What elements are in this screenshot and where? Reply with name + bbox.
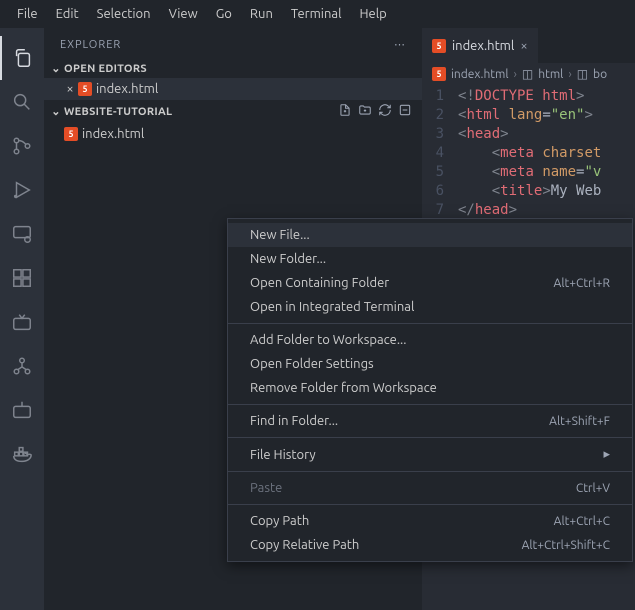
menubar-item-go[interactable]: Go [207,5,241,23]
menu-item-label: Find in Folder... [250,414,338,428]
chevron-right-icon: › [514,68,517,81]
open-editors-label: OPEN EDITORS [64,63,418,75]
tab-label: index.html [452,39,514,53]
menu-item: Paste Ctrl+V [228,476,632,500]
tab-bar: 5 index.html × [422,28,635,63]
run-debug-icon[interactable] [0,168,44,212]
menu-item[interactable]: Add Folder to Workspace... [228,328,632,352]
code-editor[interactable]: 1234567 <!DOCTYPE html><html lang="en"><… [422,85,635,220]
explorer-icon[interactable] [0,36,44,80]
file-name: index.html [96,82,158,96]
remote-explorer-icon[interactable] [0,212,44,256]
open-editor-item[interactable]: × 5 index.html [44,78,422,100]
bookmarks-icon[interactable] [0,388,44,432]
menu-item[interactable]: Copy Relative Path Alt+Ctrl+Shift+C [228,533,632,557]
sidebar-title: EXPLORER ⋯ [44,28,422,59]
chevron-down-icon: ⌄ [48,105,64,118]
folder-label: WEBSITE-TUTORIAL [64,106,338,118]
code-lines: <!DOCTYPE html><html lang="en"><head> <m… [458,87,635,220]
menu-item-label: Open Folder Settings [250,357,374,371]
menubar-item-view[interactable]: View [160,5,207,23]
menu-item[interactable]: Copy Path Alt+Ctrl+C [228,509,632,533]
explorer-label: EXPLORER [60,39,121,51]
context-menu: New File... New Folder... Open Containing … [227,218,633,562]
menu-item[interactable]: File History ▸ [228,442,632,467]
menubar-item-terminal[interactable]: Terminal [282,5,351,23]
new-file-icon[interactable] [338,103,352,120]
plant-icon[interactable] [0,300,44,344]
collapse-icon[interactable] [398,103,412,120]
menu-shortcut: Alt+Ctrl+R [554,277,610,290]
menu-item-label: Add Folder to Workspace... [250,333,406,347]
sidebar-more-icon[interactable]: ⋯ [394,38,406,51]
extensions-icon[interactable] [0,256,44,300]
menu-shortcut: Alt+Shift+F [549,415,610,428]
menu-shortcut: Ctrl+V [576,482,610,495]
refresh-icon[interactable] [378,103,392,120]
menu-item[interactable]: New File... [228,223,632,247]
tab-index-html[interactable]: 5 index.html × [422,28,538,63]
git-graph-icon[interactable] [0,344,44,388]
menu-item[interactable]: Remove Folder from Workspace [228,376,632,400]
menu-separator [228,404,632,405]
chevron-right-icon: › [568,68,571,81]
menu-shortcut: Alt+Ctrl+C [554,515,610,528]
menu-item[interactable]: Open in Integrated Terminal [228,295,632,319]
menu-item[interactable]: New Folder... [228,247,632,271]
menu-item-label: Copy Path [250,514,309,528]
breadcrumb-file: index.html [451,68,509,81]
menubar: FileEditSelectionViewGoRunTerminalHelp [0,0,635,28]
menu-separator [228,323,632,324]
html-file-icon: 5 [64,127,82,141]
file-name: index.html [82,127,144,141]
menu-item-label: Open Containing Folder [250,276,389,290]
menubar-item-selection[interactable]: Selection [88,5,160,23]
menu-item-label: File History [250,448,316,462]
menu-item[interactable]: Find in Folder... Alt+Shift+F [228,409,632,433]
breadcrumbs[interactable]: 5 index.html › ◫ html › ◫ bo [422,63,635,85]
menu-item[interactable]: Open Folder Settings [228,352,632,376]
tree-file-item[interactable]: 5 index.html [44,123,422,145]
docker-icon[interactable] [0,432,44,476]
close-icon[interactable]: × [62,82,78,96]
new-folder-icon[interactable] [358,103,372,120]
open-editors-header[interactable]: ⌄ OPEN EDITORS [44,59,422,78]
html-file-icon: 5 [78,82,96,96]
menu-item-label: Copy Relative Path [250,538,359,552]
menu-shortcut: Alt+Ctrl+Shift+C [522,539,610,552]
menu-item-label: New File... [250,228,310,242]
folder-header[interactable]: ⌄ WEBSITE-TUTORIAL [44,100,422,123]
activity-bar [0,28,44,610]
line-gutter: 1234567 [422,87,458,220]
menubar-item-file[interactable]: File [8,5,47,23]
menu-separator [228,504,632,505]
menubar-item-run[interactable]: Run [241,5,282,23]
menu-separator [228,471,632,472]
symbol-icon: ◫ [577,67,588,81]
menu-item-label: Paste [250,481,282,495]
menu-separator [228,437,632,438]
symbol-icon: ◫ [522,67,533,81]
close-icon[interactable]: × [520,39,527,53]
breadcrumb-seg: html [538,68,563,81]
menu-item-label: Remove Folder from Workspace [250,381,437,395]
html-file-icon: 5 [432,67,446,81]
source-control-icon[interactable] [0,124,44,168]
menubar-item-edit[interactable]: Edit [47,5,88,23]
submenu-arrow-icon: ▸ [603,447,610,462]
menubar-item-help[interactable]: Help [350,5,395,23]
menu-item-label: Open in Integrated Terminal [250,300,414,314]
breadcrumb-seg: bo [593,68,607,81]
search-icon[interactable] [0,80,44,124]
menu-item[interactable]: Open Containing Folder Alt+Ctrl+R [228,271,632,295]
chevron-down-icon: ⌄ [48,62,64,75]
html-file-icon: 5 [432,38,446,53]
menu-item-label: New Folder... [250,252,326,266]
